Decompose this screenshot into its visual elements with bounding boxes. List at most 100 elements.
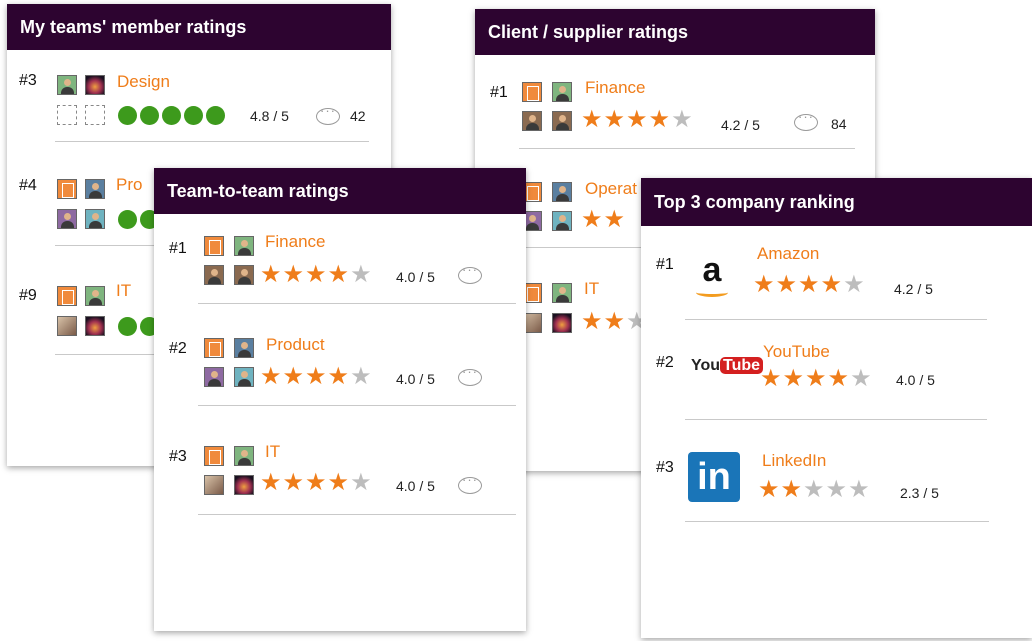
rating-score: 4.2 / 5: [894, 281, 933, 297]
rating-stars: ★ ★: [581, 206, 626, 233]
row-divider: [198, 303, 516, 304]
youtube-logo: You Tube: [691, 353, 764, 379]
rank-label: #2: [656, 354, 674, 371]
member-avatar: [204, 475, 224, 495]
rating-stars: ★ ★ ★: [581, 308, 648, 335]
team-avatar: [234, 475, 254, 495]
amazon-logo: a: [688, 253, 736, 297]
comment-icon[interactable]: [458, 364, 482, 386]
member-avatar: [85, 179, 105, 199]
empty-avatar: [57, 105, 77, 125]
rank-label: #2: [169, 340, 187, 357]
linkedin-logo: in: [688, 452, 740, 502]
member-avatar: [57, 316, 77, 336]
team-name-link[interactable]: Operat: [585, 179, 637, 199]
rating-stars: ★ ★ ★ ★ ★: [260, 469, 372, 496]
youtube-logo-tube: Tube: [720, 357, 764, 374]
member-avatar: [522, 111, 542, 131]
row-divider: [198, 514, 516, 515]
rating-score: 2.3 / 5: [900, 485, 939, 501]
youtube-logo-you: You: [691, 357, 721, 374]
rating-score: 4.0 / 5: [396, 478, 435, 494]
row-divider: [685, 419, 987, 420]
rank-label: #3: [19, 72, 37, 89]
company-name-link[interactable]: YouTube: [763, 342, 830, 362]
rating-dots: [118, 317, 159, 336]
rating-stars: ★ ★ ★ ★ ★: [753, 271, 865, 298]
rating-dots: [118, 210, 159, 229]
rank-label: #1: [169, 240, 187, 257]
company-name-link[interactable]: LinkedIn: [762, 451, 826, 471]
rating-score: 4.8 / 5: [250, 108, 289, 124]
member-avatar: [552, 182, 572, 202]
rating-score: 4.2 / 5: [721, 117, 760, 133]
team-name-link[interactable]: Product: [266, 335, 325, 355]
member-avatar: [204, 265, 224, 285]
team-name-link[interactable]: Finance: [585, 78, 645, 98]
member-avatar: [234, 236, 254, 256]
team-avatar: [85, 75, 105, 95]
team-name-link[interactable]: Design: [117, 72, 170, 92]
member-avatar: [234, 265, 254, 285]
rank-label: #3: [656, 459, 674, 476]
rating-stars: ★ ★ ★ ★ ★: [758, 476, 870, 503]
member-avatar: [552, 82, 572, 102]
team-ratings-title: Team-to-team ratings: [154, 168, 526, 214]
rating-dots: [118, 106, 225, 125]
rank-label: #3: [169, 448, 187, 465]
rating-stars: ★ ★ ★ ★ ★: [581, 106, 693, 133]
empty-avatar: [85, 105, 105, 125]
rating-score: 4.0 / 5: [396, 269, 435, 285]
team-name-link[interactable]: IT: [116, 281, 131, 301]
member-avatar: [85, 286, 105, 306]
company-ranking-card: Top 3 company ranking #1 a Amazon ★ ★ ★ ★ ★ …: [641, 178, 1032, 638]
row-divider: [519, 148, 855, 149]
rank-label: #1: [656, 256, 674, 273]
member-avatar: [234, 338, 254, 358]
comment-icon[interactable]: [316, 103, 340, 125]
team-name-link[interactable]: Finance: [265, 232, 325, 252]
row-divider: [685, 319, 987, 320]
member-avatar: [57, 209, 77, 229]
team-avatar: [85, 316, 105, 336]
member-avatar: [204, 367, 224, 387]
team-name-link[interactable]: IT: [265, 442, 280, 462]
org-avatar: [204, 236, 224, 256]
company-name-link[interactable]: Amazon: [757, 244, 819, 264]
comment-icon[interactable]: [458, 262, 482, 284]
comment-count: 42: [350, 108, 366, 124]
member-avatar: [234, 367, 254, 387]
rating-score: 4.0 / 5: [396, 371, 435, 387]
rating-stars: ★ ★ ★ ★ ★: [260, 261, 372, 288]
org-avatar: [204, 446, 224, 466]
comment-icon[interactable]: [458, 472, 482, 494]
member-avatar: [552, 211, 572, 231]
org-avatar: [57, 179, 77, 199]
org-avatar: [522, 82, 542, 102]
rating-score: 4.0 / 5: [896, 372, 935, 388]
comment-icon[interactable]: [794, 109, 818, 131]
member-ratings-title: My teams' member ratings: [7, 4, 391, 50]
team-name-link[interactable]: Pro: [116, 175, 142, 195]
member-avatar: [57, 75, 77, 95]
row-divider: [198, 405, 516, 406]
comment-count: 84: [831, 116, 847, 132]
row-divider: [55, 141, 369, 142]
team-name-link[interactable]: IT: [584, 279, 599, 299]
member-avatar: [552, 283, 572, 303]
org-avatar: [57, 286, 77, 306]
row-divider: [685, 521, 989, 522]
rating-stars: ★ ★ ★ ★ ★: [260, 363, 372, 390]
member-avatar: [234, 446, 254, 466]
company-ranking-title: Top 3 company ranking: [641, 178, 1032, 226]
member-avatar: [85, 209, 105, 229]
rank-label: #9: [19, 287, 37, 304]
member-avatar: [552, 111, 572, 131]
rank-label: #1: [490, 84, 508, 101]
client-ratings-title: Client / supplier ratings: [475, 9, 875, 55]
rating-stars: ★ ★ ★ ★ ★: [760, 365, 872, 392]
team-ratings-card: Team-to-team ratings #1 Finance ★ ★ ★ ★ ★ 4.…: [154, 168, 526, 631]
rank-label: #4: [19, 177, 37, 194]
team-avatar: [552, 313, 572, 333]
org-avatar: [204, 338, 224, 358]
